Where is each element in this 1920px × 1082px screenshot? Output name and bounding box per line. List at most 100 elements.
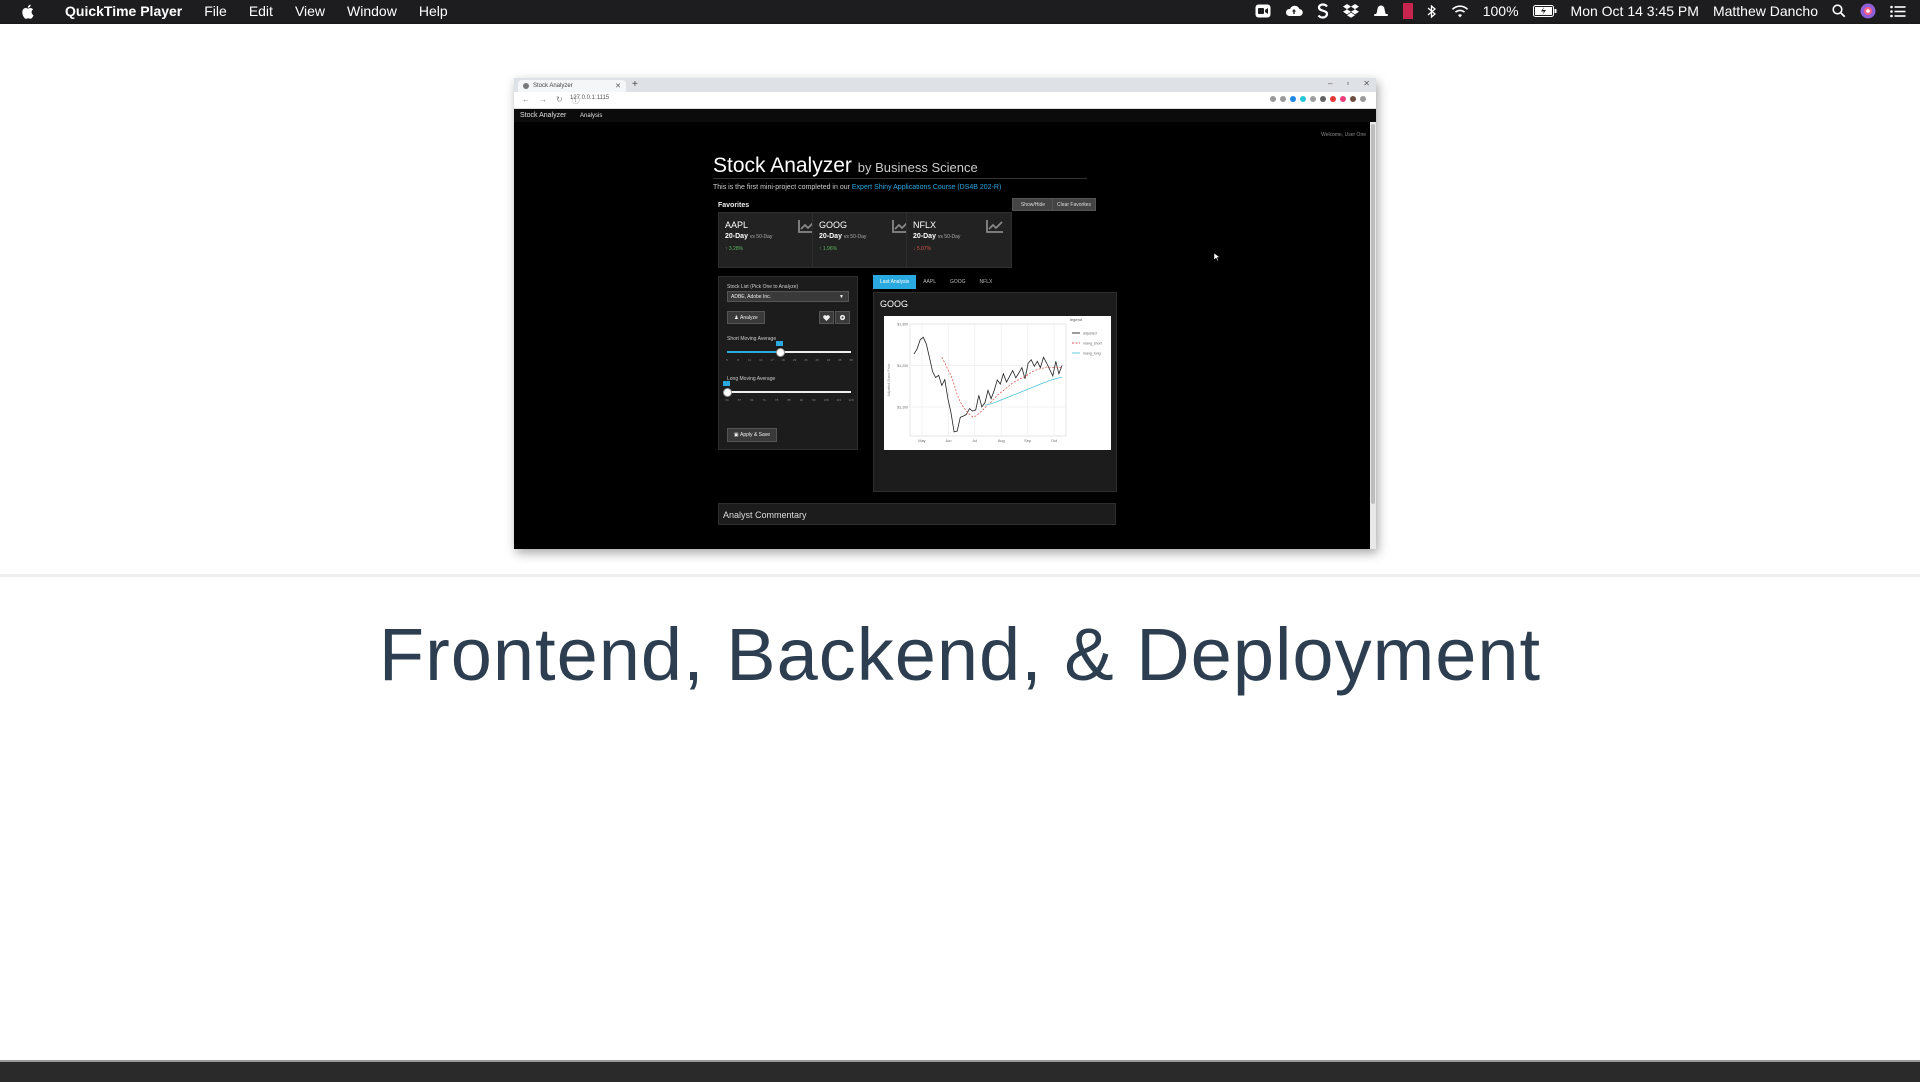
app-navbar-brand[interactable]: Stock Analyzer (520, 112, 566, 119)
user-icon: ♟ (734, 314, 739, 321)
slider-tick-label: 17 (770, 358, 774, 362)
dropbox-icon[interactable] (1342, 4, 1359, 18)
notification-bell-icon[interactable] (1373, 4, 1389, 18)
slider-ticks: 50 57 64 71 78 85 92 99 106 113 120 (725, 398, 854, 404)
stock-chart[interactable]: $1,100 $1,200 $1,300 May Jun Jul Aug Sep Oct Adju… (884, 316, 1111, 450)
close-window-icon[interactable]: ✕ (1363, 79, 1370, 88)
menu-window[interactable]: Window (336, 0, 408, 22)
zoom-video-icon[interactable] (1255, 4, 1271, 18)
battery-icon[interactable] (1532, 5, 1557, 17)
legend-entry: mavg_long (1083, 351, 1101, 355)
tab-nflx[interactable]: NFLX (973, 275, 1000, 289)
settings-button[interactable] (835, 311, 850, 324)
slider-tick-label: 20 (781, 358, 786, 362)
y-axis-label: Adjusted Share Price (887, 364, 891, 397)
browser-tab-bar: Stock Analyzer ✕ + – ▫ ✕ (514, 78, 1376, 92)
add-favorite-button[interactable] (819, 311, 834, 324)
slider-tick-label: 120 (848, 398, 854, 402)
x-tick-label: Jul (972, 439, 977, 443)
red-app-icon[interactable] (1402, 3, 1413, 19)
analysis-tabs: Last Analysis AAPL GOOG NFLX (873, 275, 999, 289)
new-tab-icon[interactable]: + (632, 79, 638, 90)
menu-file[interactable]: File (193, 0, 238, 22)
browser-menu-icon[interactable] (1360, 96, 1366, 102)
favorite-card-aapl[interactable]: AAPL 20-Day vs 50-Day ↑ 3.28% (718, 212, 824, 268)
stock-select[interactable]: ADBE, Adobe Inc. ▼ (727, 291, 849, 302)
apply-save-button[interactable]: ▣ Apply & Save (727, 428, 777, 442)
welcome-text: Welcome, User One (1321, 132, 1366, 138)
chevron-down-icon: ▼ (839, 294, 844, 300)
bookmark-star-icon[interactable] (1280, 96, 1286, 102)
skitch-s-icon[interactable] (1317, 3, 1329, 19)
profile-avatar[interactable] (1350, 96, 1356, 102)
slider-tick-label: 106 (823, 398, 829, 402)
show-hide-button[interactable]: Show/Hide (1012, 198, 1054, 211)
url-text[interactable]: 127.0.0.1:1115 (570, 95, 609, 101)
mouse-cursor-icon (1214, 253, 1220, 261)
browser-tab[interactable]: Stock Analyzer ✕ (518, 80, 626, 92)
favorite-period-value: 20-Day (819, 233, 842, 240)
minimize-icon[interactable]: – (1328, 79, 1332, 88)
slider-handle[interactable] (776, 348, 786, 357)
slider-ticks: 5 8 11 14 17 20 23 26 29 32 35 38 (726, 358, 853, 364)
tab-last-analysis[interactable]: Last Analysis (873, 275, 917, 289)
favorite-card-nflx[interactable]: NFLX 20-Day vs 50-Day ↓ 5.07% (906, 212, 1012, 268)
browser-address-bar: ← → ↻ ⓘ 127.0.0.1:1115 (514, 92, 1376, 109)
favorite-period-value: 20-Day (913, 233, 936, 240)
menu-edit[interactable]: Edit (238, 0, 284, 22)
siri-icon[interactable] (1860, 3, 1876, 19)
page-title-main: Stock Analyzer (713, 154, 852, 177)
extension-icon[interactable] (1290, 96, 1296, 102)
battery-percent: 100% (1482, 3, 1519, 19)
maximize-icon[interactable]: ▫ (1346, 79, 1349, 88)
slider-tick-label: 78 (774, 398, 779, 402)
slider-tick-label: 32 (826, 358, 831, 362)
spotlight-search-icon[interactable] (1832, 4, 1846, 18)
wifi-icon[interactable] (1451, 4, 1469, 18)
menu-clock[interactable]: Mon Oct 14 3:45 PM (1571, 3, 1699, 19)
save-icon: ▣ (733, 432, 739, 438)
menu-view[interactable]: View (284, 0, 336, 22)
long-ma-slider[interactable]: 50 57 64 71 78 85 92 99 106 113 120 (723, 381, 854, 409)
back-icon[interactable]: ← (522, 95, 530, 106)
slider-tick-label: 71 (762, 398, 766, 402)
forward-icon[interactable]: → (539, 95, 547, 106)
favorite-period: 20-Day vs 50-Day (725, 233, 772, 240)
zoom-icon[interactable] (1270, 96, 1276, 102)
menu-help[interactable]: Help (408, 0, 459, 22)
course-link[interactable]: Expert Shiny Applications Course (DS4B 2… (852, 184, 1001, 191)
favorite-period: 20-Day vs 50-Day (819, 233, 866, 240)
extension-icon[interactable] (1320, 96, 1326, 102)
notification-center-icon[interactable] (1890, 5, 1906, 18)
tab-close-icon[interactable]: ✕ (615, 82, 621, 90)
y-tick-label: $1,100 (897, 405, 908, 409)
menu-user-name[interactable]: Matthew Dancho (1713, 3, 1818, 19)
slider-value-bubble (776, 341, 784, 346)
tab-goog[interactable]: GOOG (943, 275, 973, 289)
extension-icon[interactable] (1300, 96, 1306, 102)
cloud-upload-icon[interactable] (1285, 5, 1303, 17)
app-content: Welcome, User One Stock Analyzer by Busi… (514, 122, 1376, 549)
extension-icon[interactable] (1340, 96, 1346, 102)
extension-icon[interactable] (1330, 96, 1336, 102)
apple-icon[interactable] (14, 4, 40, 19)
scrollbar-thumb[interactable] (1371, 124, 1375, 504)
bluetooth-icon[interactable] (1427, 4, 1437, 19)
favorite-card-goog[interactable]: GOOG 20-Day vs 50-Day ↑ 1.96% (812, 212, 918, 268)
legend-entry: mavg_short (1083, 341, 1102, 345)
menu-app-name[interactable]: QuickTime Player (54, 0, 193, 22)
clear-favorites-button[interactable]: Clear Favorites (1052, 198, 1096, 211)
app-navbar-analysis-link[interactable]: Analysis (580, 113, 602, 119)
short-ma-slider[interactable]: 5 8 11 14 17 20 23 26 29 32 35 38 (726, 341, 853, 369)
reload-icon[interactable]: ↻ (556, 95, 563, 106)
browser-scrollbar[interactable] (1370, 122, 1376, 549)
video-frame: Stock Analyzer ✕ + – ▫ ✕ ← → ↻ ⓘ 127.0.0… (0, 24, 1920, 1060)
favorite-vs: vs 50-Day (937, 234, 961, 240)
stock-select-value: ADBE, Adobe Inc. (731, 293, 772, 300)
favorite-symbol: GOOG (819, 220, 848, 230)
analysis-controls-panel: Stock List (Pick One to Analyze) ADBE, A… (718, 276, 858, 450)
tab-aapl[interactable]: AAPL (916, 275, 943, 289)
extension-icon[interactable] (1310, 96, 1316, 102)
analyze-button[interactable]: ♟ Analyze (727, 311, 765, 324)
slider-handle[interactable] (723, 388, 732, 397)
